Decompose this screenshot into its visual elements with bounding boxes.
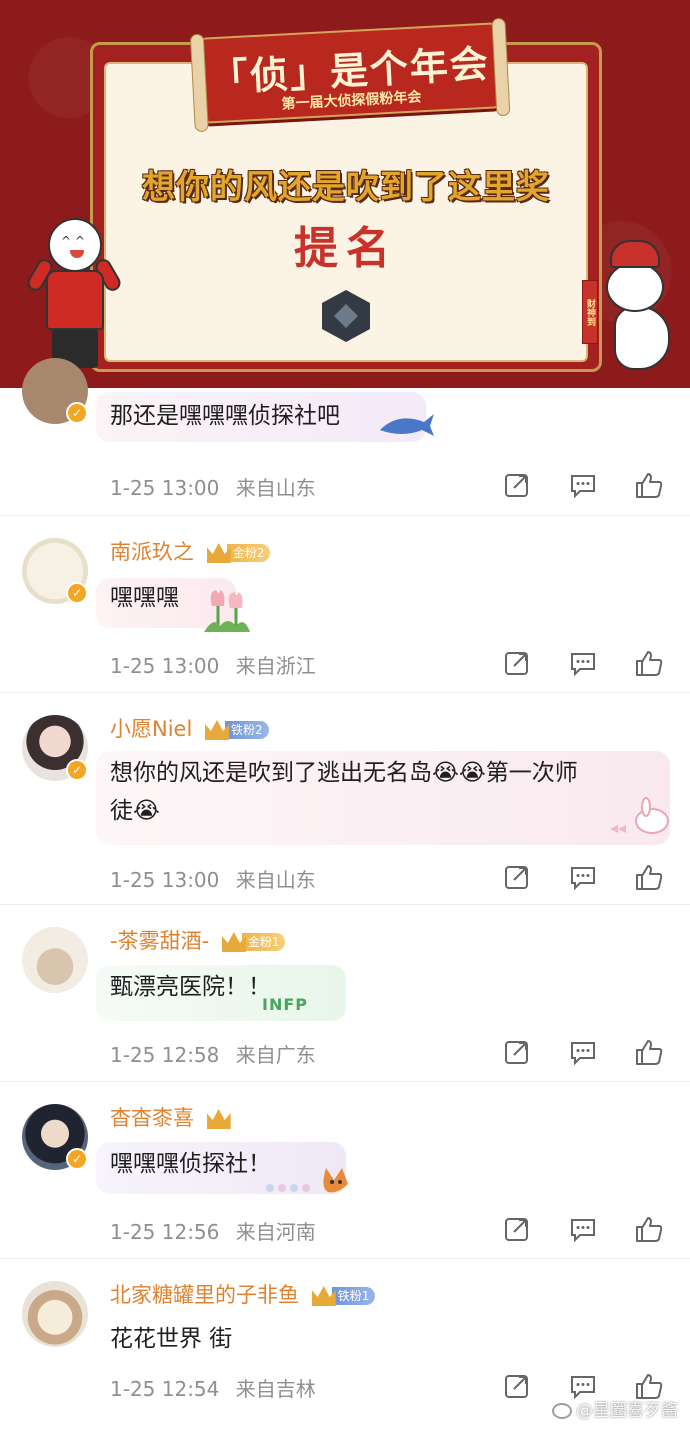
comment-actions bbox=[500, 1214, 670, 1244]
username-text[interactable]: 杳杳桼喜 bbox=[110, 1106, 194, 1130]
share-icon[interactable] bbox=[502, 1037, 532, 1067]
title-scroll: 「侦」是个年会 第一届大侦探假粉年会 bbox=[189, 17, 511, 133]
thumbs-up-icon[interactable] bbox=[634, 1214, 664, 1244]
username-text[interactable]: 北家糖罐里的子非鱼 bbox=[110, 1283, 299, 1307]
comment-location: 来自广东 bbox=[235, 1043, 316, 1067]
comment-username[interactable]: -茶雾甜酒- 金粉1 bbox=[110, 925, 286, 955]
comment-text: 花花世界 街 bbox=[110, 1326, 233, 1352]
comment-text: 那还是嘿嘿嘿侦探社吧 bbox=[110, 403, 340, 429]
share-icon[interactable] bbox=[502, 1371, 532, 1401]
fan-level-badge: 金粉2 bbox=[206, 540, 271, 563]
comment-text-line: 徒😭 bbox=[110, 798, 160, 824]
fan-level-label: 金粉2 bbox=[226, 544, 271, 562]
comment-item[interactable]: ✓ 小愿Niel 铁粉2 想你的风还是吹到了逃出无名岛😭😭第一次师 徒😭 1-2… bbox=[0, 693, 690, 905]
comment-meta: 1-25 12:58 来自广东 bbox=[110, 1039, 316, 1068]
whale-sticker-icon bbox=[378, 410, 436, 445]
comment-time: 1-25 12:58 bbox=[110, 1043, 220, 1067]
comment-meta: 1-25 12:54 来自吉林 bbox=[110, 1373, 316, 1402]
fan-level-label: 铁粉2 bbox=[225, 721, 269, 739]
comment-time: 1-25 12:56 bbox=[110, 1220, 220, 1244]
comment-item[interactable]: ✓ 南派玖之 金粉2 嘿嘿嘿 1-25 13:00 来自浙江 bbox=[0, 516, 690, 693]
comment-actions bbox=[500, 648, 670, 678]
thumbs-up-icon[interactable] bbox=[634, 862, 664, 892]
comment-text: 嘿嘿嘿侦探社！ bbox=[110, 1151, 271, 1177]
comment-username[interactable]: 北家糖罐里的子非鱼 铁粉1 bbox=[110, 1279, 376, 1309]
username-text[interactable]: 南派玖之 bbox=[110, 540, 194, 564]
verified-badge-icon: ✓ bbox=[66, 402, 88, 424]
comment-item[interactable]: ✓ 那还是嘿嘿嘿侦探社吧 1-25 13:00 来自山东 bbox=[0, 358, 690, 516]
comment-item[interactable]: -茶雾甜酒- 金粉1 甄漂亮医院！！ INFP 1-25 12:58 来自广东 bbox=[0, 905, 690, 1082]
comment-actions bbox=[500, 862, 670, 892]
thumbs-up-icon[interactable] bbox=[634, 648, 664, 678]
mascot-body bbox=[46, 270, 104, 330]
comment-meta: 1-25 12:56 来自河南 bbox=[110, 1216, 316, 1245]
comment-icon[interactable] bbox=[568, 862, 598, 892]
award-name: 想你的风还是吹到了这里奖 bbox=[142, 167, 550, 206]
comment-actions bbox=[500, 470, 670, 500]
fan-level-badge: 铁粉2 bbox=[205, 717, 269, 740]
event-banner: 「侦」是个年会 第一届大侦探假粉年会 想你的风还是吹到了这里奖 提名 财神到 bbox=[0, 0, 690, 388]
comment-time: 1-25 13:00 bbox=[110, 654, 220, 678]
comment-time: 1-25 12:54 bbox=[110, 1377, 220, 1401]
comment-meta: 1-25 13:00 来自浙江 bbox=[110, 650, 316, 679]
share-icon[interactable] bbox=[502, 470, 532, 500]
comment-item[interactable]: 北家糖罐里的子非鱼 铁粉1 花花世界 街 1-25 12:54 来自吉林 bbox=[0, 1259, 690, 1419]
comment-username[interactable]: 小愿Niel 铁粉2 bbox=[110, 713, 269, 743]
nomination-label: 提名 bbox=[294, 223, 398, 274]
comment-list: ✓ 那还是嘿嘿嘿侦探社吧 1-25 13:00 来自山东 ✓ 南派玖之 金粉2 … bbox=[0, 358, 690, 1419]
comment-text: 嘿嘿嘿 bbox=[110, 585, 179, 611]
comment-location: 来自山东 bbox=[235, 868, 316, 892]
thumbs-up-icon[interactable] bbox=[634, 1037, 664, 1067]
verified-badge-icon: ✓ bbox=[66, 1148, 88, 1170]
ghost-head bbox=[606, 262, 664, 312]
comment-meta: 1-25 13:00 来自山东 bbox=[110, 472, 316, 501]
comment-icon[interactable] bbox=[568, 648, 598, 678]
comment-icon[interactable] bbox=[568, 1037, 598, 1067]
comment-meta: 1-25 13:00 来自山东 bbox=[110, 864, 316, 893]
share-icon[interactable] bbox=[502, 1214, 532, 1244]
username-text[interactable]: 小愿Niel bbox=[110, 717, 192, 741]
comment-item[interactable]: ✓ 杳杳桼喜 嘿嘿嘿侦探社！ 1-25 12:56 来自河南 bbox=[0, 1082, 690, 1259]
comment-location: 来自吉林 bbox=[235, 1377, 316, 1401]
comment-username[interactable]: 南派玖之 金粉2 bbox=[110, 536, 271, 566]
weibo-watermark: @星圈喜歹酱 bbox=[552, 1396, 678, 1421]
verified-badge-icon: ✓ bbox=[66, 582, 88, 604]
ghost-hat bbox=[610, 240, 660, 268]
watermark-text: @星圈喜歹酱 bbox=[576, 1401, 678, 1421]
comment-text: 甄漂亮医院！！ bbox=[110, 974, 271, 1000]
bunny-sticker-icon bbox=[608, 797, 672, 844]
mascot-head bbox=[48, 218, 102, 272]
comment-icon[interactable] bbox=[568, 470, 598, 500]
crown-icon bbox=[206, 1109, 231, 1129]
thumbs-up-icon[interactable] bbox=[634, 470, 664, 500]
comment-location: 来自浙江 bbox=[235, 654, 316, 678]
fan-level-badge: 金粉1 bbox=[221, 929, 286, 952]
fan-level-label: 金粉1 bbox=[241, 933, 286, 951]
comment-username[interactable]: 杳杳桼喜 bbox=[110, 1102, 231, 1132]
comment-location: 来自山东 bbox=[235, 476, 316, 500]
avatar[interactable] bbox=[22, 1281, 88, 1347]
mascot-right-illustration: 财神到 bbox=[582, 240, 690, 380]
comment-actions bbox=[500, 1037, 670, 1067]
avatar[interactable] bbox=[22, 927, 88, 993]
comment-text-line: 想你的风还是吹到了逃出无名岛😭😭第一次师 bbox=[110, 760, 578, 786]
fortune-scroll: 财神到 bbox=[582, 280, 598, 344]
username-text[interactable]: -茶雾甜酒- bbox=[110, 929, 209, 953]
fan-level-label: 铁粉1 bbox=[331, 1287, 376, 1305]
comment-icon[interactable] bbox=[568, 1214, 598, 1244]
fan-level-badge: 铁粉1 bbox=[311, 1283, 376, 1306]
fan-level-badge bbox=[206, 1106, 231, 1129]
verified-badge-icon: ✓ bbox=[66, 759, 88, 781]
mascot-left-illustration bbox=[24, 218, 124, 378]
comment-time: 1-25 13:00 bbox=[110, 476, 220, 500]
infp-sticker: INFP bbox=[262, 995, 308, 1014]
comment-time: 1-25 13:00 bbox=[110, 868, 220, 892]
fox-sticker-icon bbox=[262, 1160, 354, 1203]
share-icon[interactable] bbox=[502, 648, 532, 678]
share-icon[interactable] bbox=[502, 862, 532, 892]
ghost-body bbox=[614, 306, 670, 370]
weibo-logo-icon bbox=[552, 1403, 572, 1419]
comment-location: 来自河南 bbox=[235, 1220, 316, 1244]
tulip-sticker-icon bbox=[198, 586, 254, 643]
